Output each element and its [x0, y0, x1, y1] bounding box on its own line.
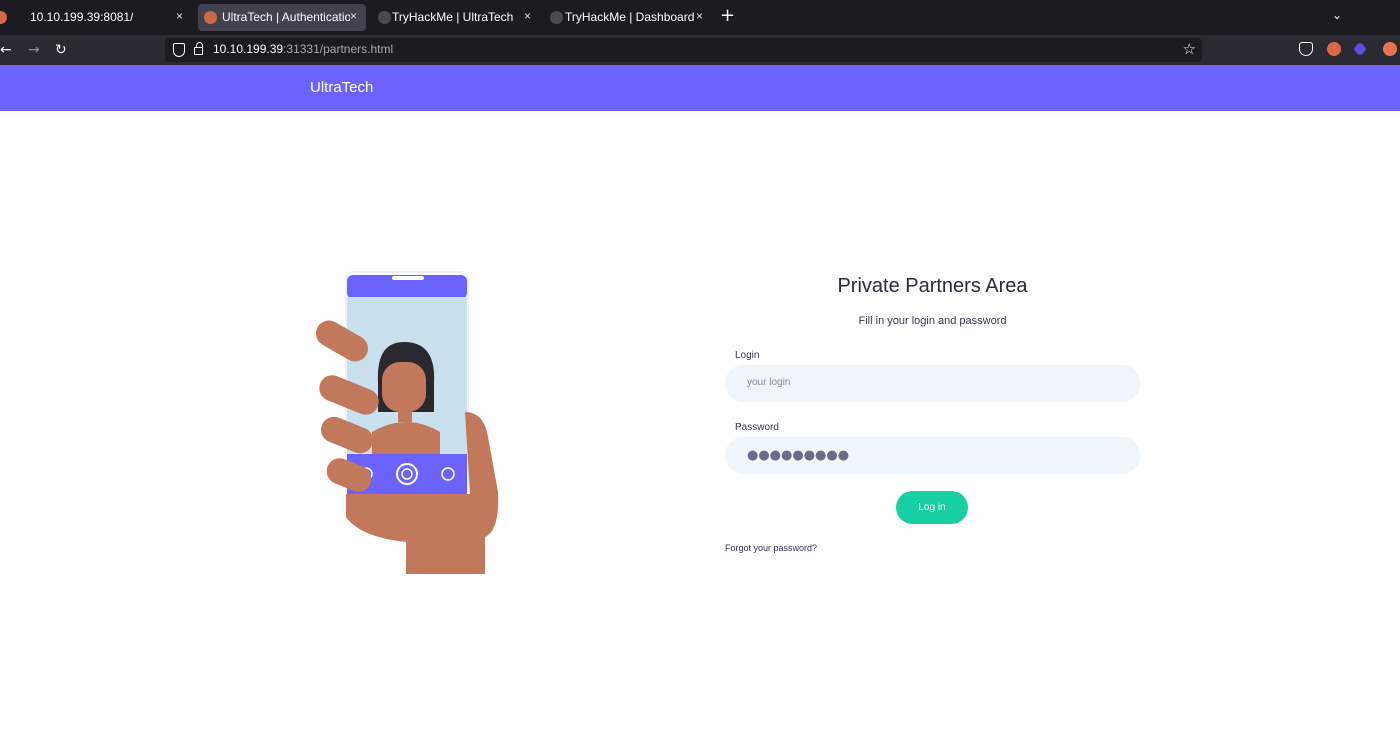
url-host: 10.10.199.39	[213, 42, 284, 56]
extension-icon[interactable]	[1327, 42, 1341, 56]
browser-tab[interactable]: TryHackMe | UltraTech ×	[372, 4, 540, 31]
tab-label: 10.10.199.39:8081/	[30, 10, 134, 24]
tab-label: UltraTech | Authenticatio	[222, 10, 350, 24]
browser-tab-bar: 10.10.199.39:8081/ × UltraTech | Authent…	[0, 0, 1400, 35]
password-input[interactable]: ●●●●●●●●●	[725, 437, 1140, 474]
ultratech-favicon	[0, 11, 7, 24]
url-path: :31331/partners.html	[283, 42, 394, 56]
tab-label: TryHackMe | UltraTech	[392, 10, 514, 24]
forgot-password-link[interactable]: Forgot your password?	[725, 543, 817, 553]
login-placeholder: your login	[747, 377, 791, 388]
ultratech-favicon	[204, 11, 217, 24]
browser-tab[interactable]: 10.10.199.39:8081/ ×	[0, 4, 194, 31]
tryhackme-favicon	[378, 11, 391, 24]
browser-nav-bar: ← → ↻ 10.10.199.39:31331/partners.html ☆	[0, 35, 1400, 65]
url-text[interactable]: 10.10.199.39:31331/partners.html	[213, 42, 393, 56]
browser-tab-active[interactable]: UltraTech | Authenticatio ×	[198, 4, 366, 31]
page-subtitle: Fill in your login and password	[858, 315, 1007, 327]
close-tab-icon[interactable]: ×	[350, 9, 357, 23]
site-header: UltraTech	[0, 65, 1400, 111]
lock-icon[interactable]	[194, 42, 203, 55]
close-tab-icon[interactable]: ×	[176, 9, 183, 23]
login-label: Login	[735, 350, 760, 361]
password-label: Password	[735, 422, 779, 433]
pocket-icon[interactable]	[1299, 42, 1313, 56]
extension-icon[interactable]	[1383, 42, 1397, 56]
password-mask: ●●●●●●●●●	[747, 448, 850, 463]
page-title: Private Partners Area	[837, 275, 1028, 297]
brand-logo-text[interactable]: UltraTech	[310, 79, 373, 96]
address-bar[interactable]: 10.10.199.39:31331/partners.html ☆	[165, 38, 1202, 62]
phone-in-hand-illustration	[316, 271, 499, 574]
browser-tab[interactable]: TryHackMe | Dashboard ×	[544, 4, 712, 31]
tab-label: TryHackMe | Dashboard	[565, 10, 695, 24]
close-tab-icon[interactable]: ×	[524, 9, 531, 23]
close-tab-icon[interactable]: ×	[696, 9, 703, 23]
new-tab-button[interactable]: +	[720, 6, 735, 26]
forward-arrow-icon[interactable]: →	[28, 40, 40, 60]
tab-list-chevron-icon[interactable]: ⌄	[1332, 8, 1342, 22]
reload-icon[interactable]: ↻	[55, 40, 67, 60]
back-arrow-icon[interactable]: ←	[0, 40, 12, 60]
login-input[interactable]: your login	[725, 365, 1140, 402]
login-button[interactable]: Log in	[896, 491, 968, 524]
tryhackme-favicon	[550, 11, 563, 24]
bookmark-star-icon[interactable]: ☆	[1183, 40, 1196, 58]
shield-icon[interactable]	[173, 43, 185, 57]
extension-icon[interactable]	[1352, 41, 1368, 57]
